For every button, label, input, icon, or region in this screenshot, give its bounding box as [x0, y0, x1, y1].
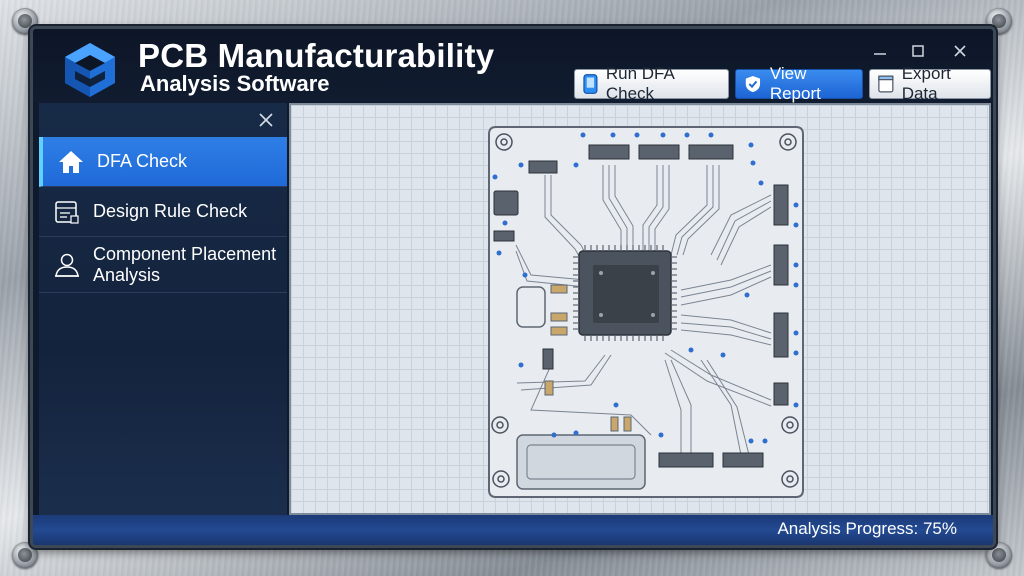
maximize-icon: [912, 45, 924, 57]
pcb-layout-diagram: [488, 126, 804, 498]
run-dfa-check-button[interactable]: Run DFA Check: [574, 64, 729, 103]
title-bar: PCB Manufacturability Analysis Software …: [33, 29, 993, 103]
minimize-icon: [874, 53, 886, 55]
device-icon: [583, 74, 598, 94]
close-button[interactable]: [949, 41, 971, 61]
minimize-button[interactable]: [869, 41, 891, 61]
analysis-progress-text: Analysis Progress: 75%: [777, 519, 957, 538]
export-data-label: Export Data: [901, 64, 951, 103]
status-bar: Analysis Progress: 75%: [33, 515, 993, 545]
document-icon: [878, 75, 894, 93]
sidebar-item-dfa-check[interactable]: DFA Check: [39, 137, 287, 187]
user-icon: [53, 251, 81, 279]
close-icon: [954, 45, 966, 57]
home-icon: [57, 148, 85, 176]
maximize-button[interactable]: [907, 41, 929, 61]
sidebar-item-design-rule-check[interactable]: Design Rule Check: [39, 187, 287, 237]
pcb-canvas[interactable]: [289, 103, 991, 515]
sidebar-close-icon[interactable]: [257, 111, 275, 129]
export-data-button[interactable]: Export Data: [869, 64, 991, 103]
sidebar-item-label: DFA Check: [97, 151, 188, 171]
sidebar-item-component-placement[interactable]: Component Placement Analysis: [39, 237, 287, 293]
app-subtitle: Analysis Software: [140, 71, 330, 96]
app-window: PCB Manufacturability Analysis Software …: [30, 26, 996, 548]
sidebar: DFA Check Design Rule Check Component Pl…: [39, 103, 287, 515]
sidebar-item-label: Design Rule Check: [93, 201, 248, 221]
shield-check-icon: [745, 75, 761, 93]
sidebar-item-label: Component Placement Analysis: [93, 243, 277, 285]
app-title: PCB Manufacturability: [138, 37, 495, 74]
app-logo-icon: [65, 43, 115, 97]
checklist-icon: [53, 198, 81, 226]
view-report-label: View Report: [769, 64, 821, 103]
view-report-button[interactable]: View Report: [735, 64, 863, 103]
run-dfa-check-label: Run DFA Check: [605, 64, 674, 103]
